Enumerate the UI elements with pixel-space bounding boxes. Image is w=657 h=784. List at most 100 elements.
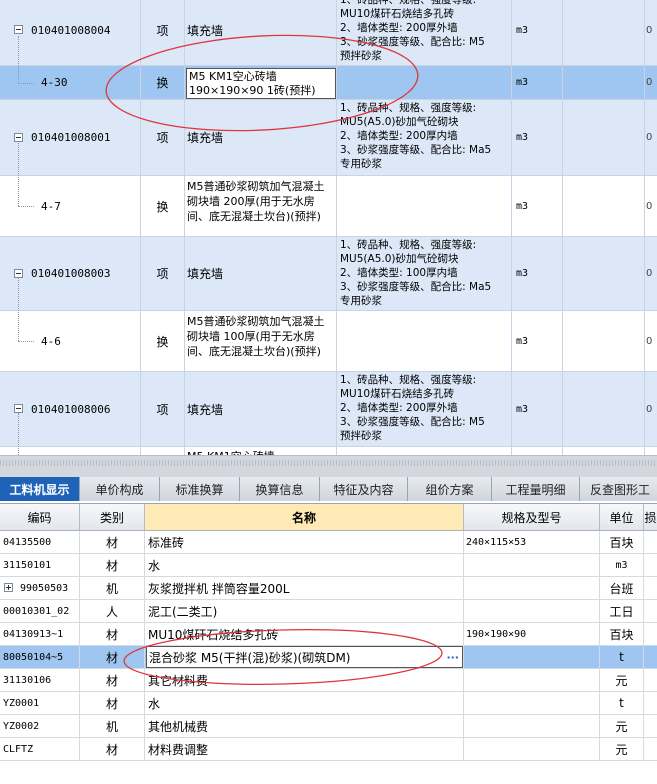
resource-name: 材料费调整 bbox=[145, 738, 464, 760]
resource-spec bbox=[464, 600, 600, 622]
tab-pricing-scheme[interactable]: 组价方案 bbox=[408, 477, 492, 501]
quota-type: 换 bbox=[156, 199, 169, 214]
resource-name: 标准砖 bbox=[145, 531, 464, 553]
tree-line bbox=[18, 143, 19, 206]
item-name: 填充墙 bbox=[187, 402, 224, 417]
resource-type: 材 bbox=[80, 554, 145, 576]
item-features: 1、砖品种、规格、强度等级: MU5(A5.0)砂加气砼砌块 2、墙体类型: 2… bbox=[340, 102, 492, 170]
tab-standard-conversion[interactable]: 标准换算 bbox=[160, 477, 240, 501]
quota-row[interactable]: M5 KM1空心砖墙 bbox=[0, 447, 657, 455]
resource-spec bbox=[464, 738, 600, 760]
resource-row[interactable]: 04135500 材 标准砖 240×115×53 百块 bbox=[0, 531, 657, 554]
quota-type: 换 bbox=[156, 334, 169, 349]
resource-unit: 元 bbox=[600, 738, 644, 760]
resource-code: 99050503 bbox=[0, 577, 80, 599]
header-loss[interactable]: 损 bbox=[644, 504, 657, 530]
quota-row[interactable]: 4-7 换 M5普通砂浆砌筑加气混凝土砌块墙 200厚(用于无水房间、底无混凝土… bbox=[0, 176, 657, 237]
resource-row[interactable]: YZ0002 机 其他机械费 元 bbox=[0, 715, 657, 738]
tab-features-content[interactable]: 特征及内容 bbox=[320, 477, 408, 501]
bill-item-row[interactable]: 010401008006 项 填充墙 1、砖品种、规格、强度等级: MU10煤矸… bbox=[0, 372, 657, 447]
resource-code: 04135500 bbox=[0, 531, 80, 553]
resource-spec bbox=[464, 692, 600, 714]
item-type: 项 bbox=[156, 24, 169, 38]
resource-spec bbox=[464, 669, 600, 691]
item-name: 填充墙 bbox=[187, 267, 224, 281]
resource-spec: 190×190×90 bbox=[464, 623, 600, 645]
header-type[interactable]: 类别 bbox=[80, 504, 145, 530]
quota-code: 4-30 bbox=[41, 76, 68, 89]
resource-type: 材 bbox=[80, 692, 145, 714]
header-unit[interactable]: 单位 bbox=[600, 504, 644, 530]
tree-line bbox=[18, 341, 34, 342]
resource-unit: t bbox=[600, 692, 644, 714]
resource-code: 80050104~5 bbox=[0, 646, 80, 668]
quota-name-edit-cell[interactable]: M5 KM1空心砖墙 190×190×90 1砖(预拌) bbox=[186, 68, 336, 99]
resource-row[interactable]: 99050503 机 灰浆搅拌机 拌筒容量200L 台班 bbox=[0, 577, 657, 600]
resource-spec bbox=[464, 715, 600, 737]
item-type: 项 bbox=[156, 267, 169, 281]
splitter-grip[interactable] bbox=[0, 460, 657, 466]
tab-labor-material-machine[interactable]: 工料机显示 bbox=[0, 477, 80, 501]
resource-row[interactable]: 00010301_02 人 泥工(二类工) 工日 bbox=[0, 600, 657, 623]
resource-unit: m3 bbox=[600, 554, 644, 576]
item-features: 1、砖品种、规格、强度等级: MU10煤矸石烧结多孔砖 2、墙体类型: 200厚… bbox=[340, 0, 485, 62]
item-name: 填充墙 bbox=[187, 24, 224, 38]
more-options-button[interactable]: ··· bbox=[446, 647, 459, 667]
resource-type: 人 bbox=[80, 600, 145, 622]
item-unit: m3 bbox=[516, 403, 529, 415]
resource-row[interactable]: CLFTZ 材 材料费调整 元 bbox=[0, 738, 657, 761]
bill-item-row[interactable]: 010401008001 项 填充墙 1、砖品种、规格、强度等级: MU5(A5… bbox=[0, 100, 657, 176]
item-unit: m3 bbox=[516, 25, 529, 36]
resource-unit: 百块 bbox=[600, 531, 644, 553]
header-name[interactable]: 名称 bbox=[145, 504, 464, 530]
item-code: 010401008004 bbox=[31, 24, 111, 37]
quota-code: 4-6 bbox=[41, 334, 61, 348]
tab-reverse-lookup-graphic[interactable]: 反查图形工 bbox=[580, 477, 657, 501]
header-spec[interactable]: 规格及型号 bbox=[464, 504, 600, 530]
resource-grid-header: 编码 类别 名称 规格及型号 单位 损 bbox=[0, 504, 657, 531]
resource-row[interactable]: YZ0001 材 水 t bbox=[0, 692, 657, 715]
item-unit: m3 bbox=[516, 268, 529, 279]
resource-name: 其他机械费 bbox=[145, 715, 464, 737]
resource-code: 31130106 bbox=[0, 669, 80, 691]
resource-row[interactable]: 31130106 材 其它材料费 元 bbox=[0, 669, 657, 692]
resource-name: 泥工(二类工) bbox=[145, 600, 464, 622]
header-code[interactable]: 编码 bbox=[0, 504, 80, 530]
resource-name: 水 bbox=[145, 692, 464, 714]
resource-unit: 元 bbox=[600, 669, 644, 691]
resource-row-selected[interactable]: 80050104~5 材 t 混合砂浆 M5(干拌(混)砂浆)(砌筑DM) ··… bbox=[0, 646, 657, 669]
item-unit: m3 bbox=[516, 132, 529, 143]
resource-code: YZ0002 bbox=[0, 715, 80, 737]
tree-line bbox=[18, 413, 19, 455]
tab-quantity-details[interactable]: 工程量明细 bbox=[492, 477, 580, 501]
resource-row[interactable]: 31150101 材 水 m3 bbox=[0, 554, 657, 577]
resource-row[interactable]: 04130913~1 材 MU10煤矸石烧结多孔砖 190×190×90 百块 bbox=[0, 623, 657, 646]
quota-row[interactable]: 4-6 换 M5普通砂浆砌筑加气混凝土砌块墙 100厚(用于无水房间、底无混凝土… bbox=[0, 311, 657, 372]
bill-item-row[interactable]: 010401008004 项 填充墙 1、砖品种、规格、强度等级: MU10煤矸… bbox=[0, 0, 657, 66]
resource-name: 其它材料费 bbox=[145, 669, 464, 691]
item-features: 1、砖品种、规格、强度等级: MU5(A5.0)砂加气砼砌块 2、墙体类型: 1… bbox=[340, 239, 492, 307]
pane-splitter[interactable] bbox=[0, 455, 657, 477]
resource-spec bbox=[464, 554, 600, 576]
resource-type: 材 bbox=[80, 646, 145, 668]
resource-unit: t bbox=[600, 646, 644, 668]
tree-line bbox=[18, 83, 34, 84]
tab-unit-price-breakdown[interactable]: 单价构成 bbox=[80, 477, 160, 501]
resource-name-edit-cell[interactable]: 混合砂浆 M5(干拌(混)砂浆)(砌筑DM) ··· bbox=[146, 646, 463, 668]
resource-code: 04130913~1 bbox=[0, 623, 80, 645]
quota-unit: m3 bbox=[516, 335, 529, 347]
tab-conversion-info[interactable]: 换算信息 bbox=[240, 477, 320, 501]
resource-name: 水 bbox=[145, 554, 464, 576]
resource-type: 材 bbox=[80, 623, 145, 645]
resource-name: MU10煤矸石烧结多孔砖 bbox=[145, 623, 464, 645]
detail-tab-bar: 工料机显示 单价构成 标准换算 换算信息 特征及内容 组价方案 工程量明细 反查… bbox=[0, 477, 657, 501]
item-code: 010401008001 bbox=[31, 131, 111, 144]
tree-line bbox=[18, 206, 34, 207]
resource-unit: 百块 bbox=[600, 623, 644, 645]
bill-item-row[interactable]: 010401008003 项 填充墙 1、砖品种、规格、强度等级: MU5(A5… bbox=[0, 237, 657, 311]
resource-spec bbox=[464, 577, 600, 599]
quota-name: M5普通砂浆砌筑加气混凝土砌块墙 100厚(用于无水房间、底无混凝土坎台)(预拌… bbox=[187, 315, 325, 358]
resource-code: 00010301_02 bbox=[0, 600, 80, 622]
quota-name: M5普通砂浆砌筑加气混凝土砌块墙 200厚(用于无水房间、底无混凝土坎台)(预拌… bbox=[187, 180, 325, 223]
tree-line bbox=[18, 278, 19, 341]
